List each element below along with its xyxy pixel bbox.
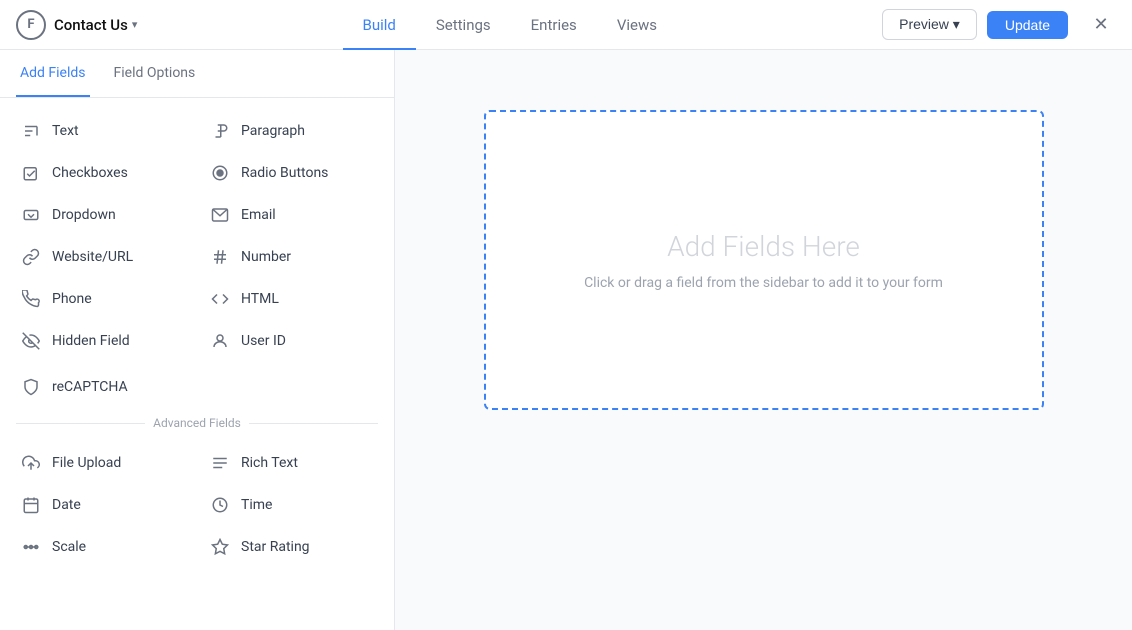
email-icon xyxy=(209,204,231,226)
field-hidden[interactable]: Hidden Field xyxy=(8,320,197,362)
field-file-upload[interactable]: File Upload xyxy=(8,442,197,484)
drop-zone-title: Add Fields Here xyxy=(667,230,860,263)
field-scale[interactable]: Scale xyxy=(8,526,197,568)
field-dropdown-label: Dropdown xyxy=(52,207,116,223)
field-recaptcha[interactable]: reCAPTCHA xyxy=(8,366,197,408)
update-button[interactable]: Update xyxy=(987,11,1068,39)
tab-add-fields[interactable]: Add Fields xyxy=(16,50,90,97)
field-paragraph[interactable]: Paragraph xyxy=(197,110,386,152)
sidebar: Add Fields Field Options Text Paragraph xyxy=(0,50,395,630)
upload-icon xyxy=(20,452,42,474)
hidden-icon xyxy=(20,330,42,352)
advanced-fields-grid: File Upload Rich Text Date xyxy=(0,438,394,572)
field-website-label: Website/URL xyxy=(52,249,133,265)
topbar-actions: Preview ▾ Update ✕ xyxy=(882,9,1116,40)
link-icon xyxy=(20,246,42,268)
field-checkboxes-label: Checkboxes xyxy=(52,165,128,181)
field-dropdown[interactable]: Dropdown xyxy=(8,194,197,236)
field-checkboxes[interactable]: Checkboxes xyxy=(8,152,197,194)
field-email-label: Email xyxy=(241,207,276,223)
drop-zone[interactable]: Add Fields Here Click or drag a field fr… xyxy=(484,110,1044,410)
shield-icon xyxy=(20,376,42,398)
tab-field-options[interactable]: Field Options xyxy=(110,50,200,97)
field-user-id[interactable]: User ID xyxy=(197,320,386,362)
nav-build[interactable]: Build xyxy=(343,0,416,50)
field-phone[interactable]: Phone xyxy=(8,278,197,320)
nav-settings[interactable]: Settings xyxy=(416,0,511,50)
field-rich-text-label: Rich Text xyxy=(241,455,298,471)
field-radio-buttons[interactable]: Radio Buttons xyxy=(197,152,386,194)
field-radio-label: Radio Buttons xyxy=(241,165,328,181)
nav-entries[interactable]: Entries xyxy=(511,0,597,50)
star-icon xyxy=(209,536,231,558)
field-star-rating[interactable]: Star Rating xyxy=(197,526,386,568)
field-email[interactable]: Email xyxy=(197,194,386,236)
field-number-label: Number xyxy=(241,249,291,265)
phone-icon xyxy=(20,288,42,310)
top-nav: Build Settings Entries Views xyxy=(343,0,677,50)
field-paragraph-label: Paragraph xyxy=(241,123,305,139)
field-date[interactable]: Date xyxy=(8,484,197,526)
radio-icon xyxy=(209,162,231,184)
sidebar-tabs: Add Fields Field Options xyxy=(0,50,394,98)
field-text[interactable]: Text xyxy=(8,110,197,152)
drop-zone-subtitle: Click or drag a field from the sidebar t… xyxy=(584,275,943,291)
standard-fields-grid: Text Paragraph Checkboxes xyxy=(0,106,394,366)
field-html[interactable]: HTML xyxy=(197,278,386,320)
topbar: F Contact Us ▾ Build Settings Entries Vi… xyxy=(0,0,1132,50)
title-chevron-icon: ▾ xyxy=(132,18,138,31)
field-date-label: Date xyxy=(52,497,81,513)
fields-list: Text Paragraph Checkboxes xyxy=(0,98,394,630)
field-text-label: Text xyxy=(52,123,79,139)
field-file-upload-label: File Upload xyxy=(52,455,121,471)
field-number[interactable]: Number xyxy=(197,236,386,278)
calendar-icon xyxy=(20,494,42,516)
form-canvas: Add Fields Here Click or drag a field fr… xyxy=(395,50,1132,630)
field-time[interactable]: Time xyxy=(197,484,386,526)
field-time-label: Time xyxy=(241,497,272,513)
main-content: Add Fields Field Options Text Paragraph xyxy=(0,50,1132,630)
richtext-icon xyxy=(209,452,231,474)
app-logo: F xyxy=(16,10,46,40)
field-phone-label: Phone xyxy=(52,291,92,307)
user-icon xyxy=(209,330,231,352)
preview-button[interactable]: Preview ▾ xyxy=(882,9,977,40)
advanced-fields-divider: Advanced Fields xyxy=(0,408,394,438)
hash-icon xyxy=(209,246,231,268)
field-userid-label: User ID xyxy=(241,333,286,349)
text-icon xyxy=(20,120,42,142)
field-hidden-label: Hidden Field xyxy=(52,333,130,349)
field-html-label: HTML xyxy=(241,291,279,307)
checkbox-icon xyxy=(20,162,42,184)
field-recaptcha-label: reCAPTCHA xyxy=(52,379,128,395)
dropdown-icon xyxy=(20,204,42,226)
form-title[interactable]: Contact Us ▾ xyxy=(54,16,137,34)
clock-icon xyxy=(209,494,231,516)
paragraph-icon xyxy=(209,120,231,142)
field-website-url[interactable]: Website/URL xyxy=(8,236,197,278)
scale-icon xyxy=(20,536,42,558)
field-scale-label: Scale xyxy=(52,539,86,555)
field-rich-text[interactable]: Rich Text xyxy=(197,442,386,484)
code-icon xyxy=(209,288,231,310)
nav-views[interactable]: Views xyxy=(597,0,677,50)
close-button[interactable]: ✕ xyxy=(1086,10,1116,40)
field-star-rating-label: Star Rating xyxy=(241,539,310,555)
